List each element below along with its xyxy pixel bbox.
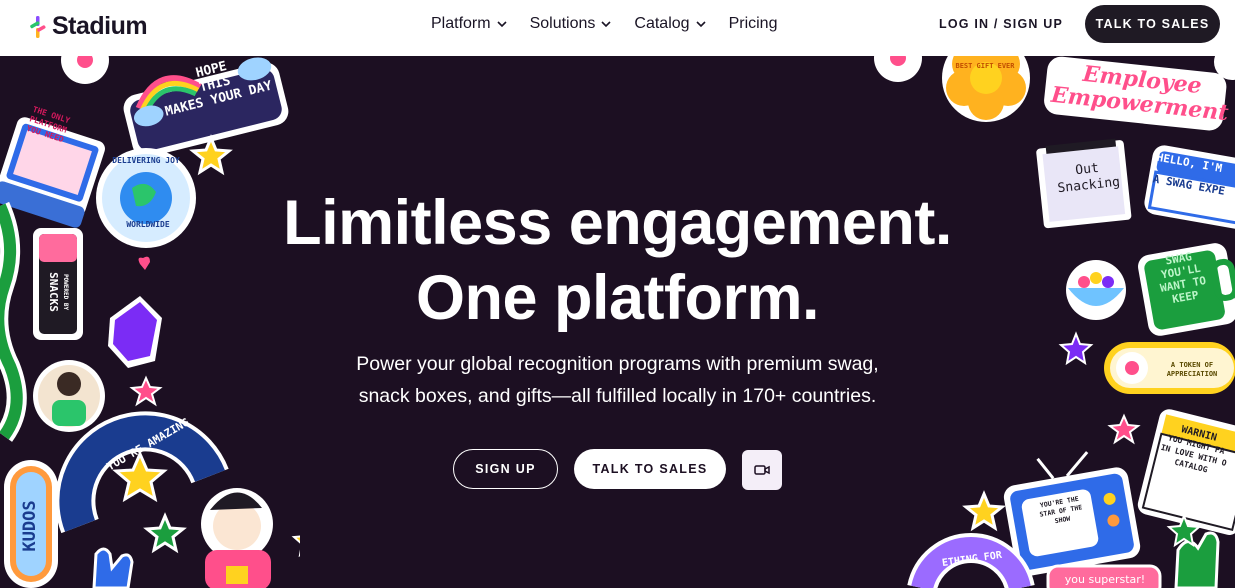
top-nav: Stadium Platform Solutions Catalog Prici… [0, 0, 1235, 56]
hero-sub-line-1: Power your global recognition programs w… [356, 353, 879, 375]
chevron-down-icon [497, 21, 507, 28]
talk-to-sales-button[interactable]: TALK TO SALES [1085, 5, 1220, 43]
menu-item-solutions[interactable]: Solutions [530, 15, 613, 33]
login-signup-link[interactable]: LOG IN / SIGN UP [939, 17, 1063, 31]
kudos-sticker-text: KUDOS [20, 486, 40, 566]
man-sticker [201, 488, 273, 588]
yellow-star-small-sticker [291, 535, 300, 558]
brand-logo[interactable]: Stadium [30, 12, 148, 41]
menu-item-label: Solutions [529, 15, 596, 32]
logo-bubble-sticker [874, 56, 922, 82]
sticker-label: you superstar! [1064, 573, 1146, 586]
hero-sub-line-2: snack boxes, and gifts—all fulfilled loc… [358, 385, 877, 407]
flower-sticker-text: BEST GIFT EVER [950, 62, 1020, 70]
menu-item-catalog[interactable]: Catalog [634, 15, 706, 33]
menu-item-pricing[interactable]: Pricing [729, 15, 778, 33]
joy-sticker-text: DELIVERING JOY [101, 156, 191, 165]
sign-up-button[interactable]: SIGN UP [453, 449, 558, 489]
menu-item-platform[interactable]: Platform [431, 15, 508, 33]
sticker-label: BEST GIFT EVER [955, 62, 1015, 70]
chevron-down-icon [601, 21, 611, 28]
menu-item-label: Catalog [634, 15, 690, 32]
sticker-label: DELIVERING JOY [112, 156, 180, 165]
stadium-logo-icon [30, 15, 46, 38]
hero-subheadline: Power your global recognition programs w… [0, 348, 1235, 412]
menu-item-label: Pricing [728, 15, 778, 32]
hero-section: HOPE THIS MAKES YOUR DAY THE ONLY PLATFO… [0, 56, 1235, 588]
hero-talk-to-sales-button[interactable]: TALK TO SALES [574, 449, 726, 489]
chevron-down-icon [695, 21, 706, 28]
logo-bubble-sticker [61, 56, 109, 84]
sticker-label: KUDOS [20, 500, 40, 552]
main-menu: Platform Solutions Catalog Pricing [431, 15, 777, 33]
hero-headline-line-1: Limitless engagement. [283, 188, 952, 258]
yellow-star-sticker [962, 490, 1006, 532]
pink-star-sticker [1107, 413, 1141, 445]
brand-name: Stadium [52, 12, 148, 40]
video-camera-icon [754, 465, 770, 475]
superstar-sticker-text: you superstar! [1050, 573, 1160, 586]
green-star-sticker [143, 512, 187, 554]
blue-hand-sticker [92, 547, 134, 588]
hero-headline: Limitless engagement. One platform. [0, 186, 1235, 336]
hero-headline-line-2: One platform. [415, 263, 820, 333]
watch-video-button[interactable] [742, 450, 782, 490]
menu-item-label: Platform [431, 15, 491, 32]
